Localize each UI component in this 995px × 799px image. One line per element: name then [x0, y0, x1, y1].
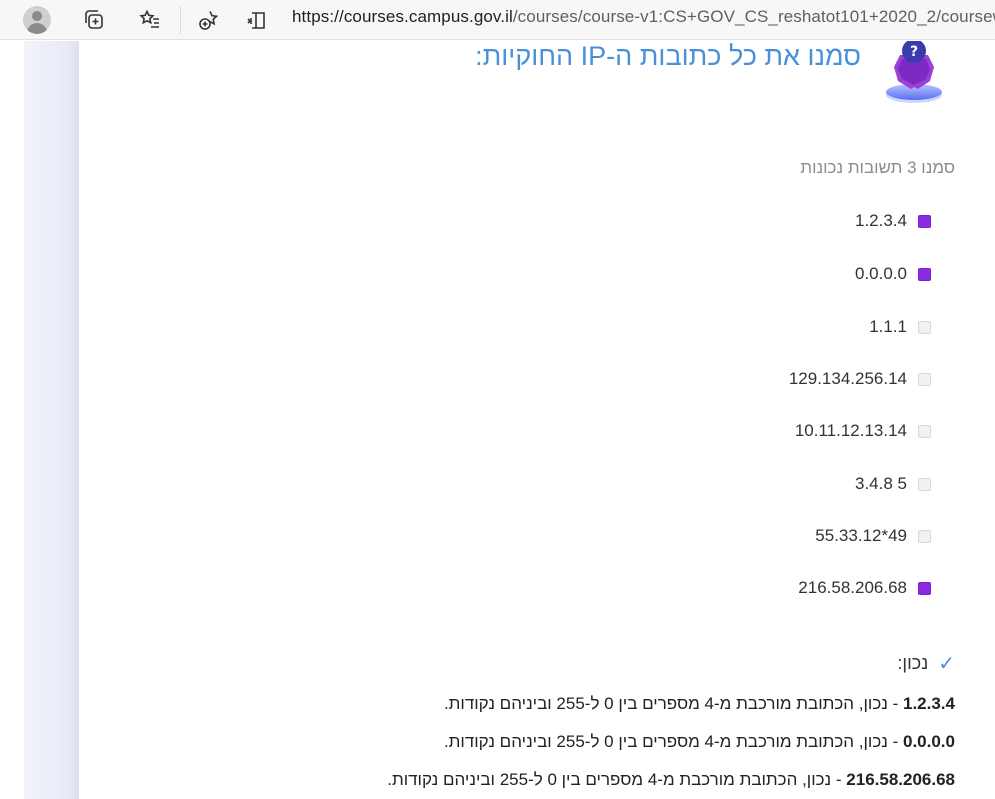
option-checkbox[interactable]	[918, 373, 931, 386]
option-checkbox[interactable]	[918, 478, 931, 491]
url-host: https://courses.campus.gov.il	[292, 7, 513, 26]
url-path: /courses/course-v1:CS+GOV_CS_reshatot101…	[512, 7, 995, 26]
option-label[interactable]: 1.2.3.4	[855, 211, 907, 231]
explanation-ip: 1.2.3.4	[903, 694, 955, 713]
avatar-icon	[23, 6, 51, 34]
explanation-row: 1.2.3.4 - נכון, הכתובת מורכבת מ-4 מספרים…	[444, 694, 955, 714]
immersive-reader-icon	[247, 12, 265, 29]
favorites-list-icon	[139, 9, 159, 28]
option-checkbox[interactable]	[918, 215, 931, 228]
option-label[interactable]: 55.33.12*49	[815, 526, 907, 546]
explanation-row: 0.0.0.0 - נכון, הכתובת מורכבת מ-4 מספרים…	[444, 732, 955, 752]
option-label[interactable]: 3.4.8 5	[855, 474, 907, 494]
left-sidebar-strip	[24, 41, 79, 799]
question-instruction: סמנו 3 תשובות נכונות	[800, 158, 955, 177]
explanation-text: - נכון, הכתובת מורכבת מ-4 מספרים בין 0 ל…	[443, 694, 903, 713]
explanation-ip: 0.0.0.0	[903, 732, 955, 751]
option-checkbox[interactable]	[918, 582, 931, 595]
option-label[interactable]: 129.134.256.14	[789, 369, 907, 389]
option-label[interactable]: 216.58.206.68	[798, 578, 907, 598]
immersive-reader-button[interactable]	[240, 4, 272, 36]
toolbar-divider	[180, 6, 181, 34]
browser-toolbar: https://courses.campus.gov.il/courses/co…	[0, 0, 995, 40]
explanation-text: - נכון, הכתובת מורכבת מ-4 מספרים בין 0 ל…	[387, 770, 847, 789]
add-favorite-icon	[199, 11, 219, 30]
explanation-row: 216.58.206.68 - נכון, הכתובת מורכבת מ-4 …	[387, 770, 955, 790]
checkmark-icon: ✓	[938, 651, 955, 675]
profile-button[interactable]	[21, 4, 53, 36]
add-favorite-button[interactable]	[193, 4, 225, 36]
option-label[interactable]: 10.11.12.13.14	[795, 421, 907, 441]
feedback-label: נכון:	[897, 652, 929, 673]
address-bar[interactable]: https://courses.campus.gov.il/courses/co…	[292, 7, 995, 27]
course-page: ? סמנו את כל כתובות ה-IP החוקיות: סמנו 3…	[0, 41, 995, 799]
explanation-ip: 216.58.206.68	[846, 770, 955, 789]
option-checkbox[interactable]	[918, 530, 931, 543]
question-title: סמנו את כל כתובות ה-IP החוקיות:	[475, 41, 861, 71]
option-checkbox[interactable]	[918, 321, 931, 334]
svg-text:?: ?	[910, 44, 918, 60]
collections-button[interactable]	[78, 4, 110, 36]
question-badge-icon: ?	[886, 41, 942, 103]
collections-icon	[85, 10, 103, 29]
option-checkbox[interactable]	[918, 425, 931, 438]
option-label[interactable]: 1.1.1	[869, 317, 907, 337]
feedback-header: ✓ נכון:	[897, 651, 955, 675]
option-label[interactable]: 0.0.0.0	[855, 264, 907, 284]
option-checkbox[interactable]	[918, 268, 931, 281]
favorites-button[interactable]	[134, 4, 166, 36]
explanation-text: - נכון, הכתובת מורכבת מ-4 מספרים בין 0 ל…	[443, 732, 903, 751]
